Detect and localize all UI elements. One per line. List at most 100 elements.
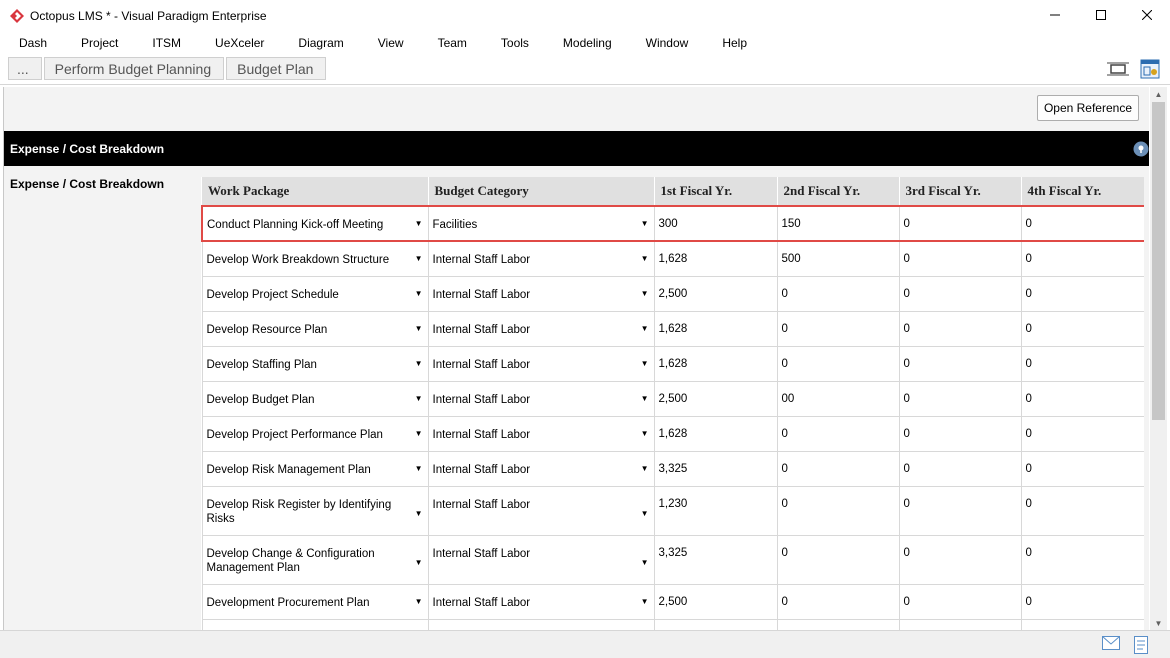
panel-layout-icon[interactable] [1138,58,1162,80]
fiscal-yr-3-cell[interactable]: 0 [898,310,1022,347]
table-row[interactable]: Develop Project Schedule ▼ Internal Staff … [201,275,1144,312]
fiscal-yr-4-cell[interactable]: 0 [1020,415,1144,452]
table-row[interactable]: Develop Risk Management Plan ▼ Internal St… [201,450,1144,487]
fiscal-yr-1-cell[interactable]: 1,230 [653,485,778,536]
fiscal-yr-1-cell[interactable]: 2,500 [653,380,778,417]
fiscal-yr-2-cell[interactable]: 0 [776,583,900,620]
menu-uexceler[interactable]: UeXceler [196,36,279,50]
menu-dash[interactable]: Dash [0,36,62,50]
dropdown-arrow-icon[interactable]: ▼ [415,464,423,473]
column-header-work-package[interactable]: Work Package [202,177,429,206]
menu-modeling[interactable]: Modeling [544,36,627,50]
fiscal-yr-1-cell[interactable]: 1,628 [653,345,778,382]
fiscal-yr-4-cell[interactable] [1020,618,1144,630]
fiscal-yr-4-cell[interactable]: 0 [1020,345,1144,382]
table-row[interactable]: Develop Budget Plan ▼ Internal Staff Labor… [201,380,1144,417]
dropdown-arrow-icon[interactable]: ▼ [415,429,423,438]
dropdown-arrow-icon[interactable]: ▼ [415,254,423,263]
fiscal-yr-4-cell[interactable]: 0 [1020,310,1144,347]
work-package-cell[interactable]: Development Procurement Plan ▼ [201,583,429,620]
column-header-2nd-fiscal-yr[interactable]: 2nd Fiscal Yr. [777,177,900,206]
scrollbar-thumb[interactable] [1152,102,1165,420]
fiscal-yr-1-cell[interactable]: 2,500 [653,583,778,620]
dropdown-arrow-icon[interactable]: ▼ [641,509,649,518]
budget-category-cell[interactable]: Internal Staff Labor ▼ [427,450,655,487]
table-row[interactable]: Develop Risk Register by Identifying Ris… [201,485,1144,536]
fiscal-yr-2-cell[interactable]: 0 [776,310,900,347]
fiscal-yr-2-cell[interactable]: 0 [776,345,900,382]
fiscal-yr-1-cell[interactable]: 1,628 [653,240,778,277]
fiscal-yr-3-cell[interactable]: 0 [898,485,1022,536]
menu-diagram[interactable]: Diagram [279,36,358,50]
fiscal-yr-4-cell[interactable]: 0 [1020,275,1144,312]
scroll-up-arrow-icon[interactable]: ▲ [1150,87,1167,101]
dropdown-arrow-icon[interactable]: ▼ [415,509,423,518]
dropdown-arrow-icon[interactable]: ▼ [641,558,649,567]
dropdown-arrow-icon[interactable]: ▼ [415,359,423,368]
scroll-down-arrow-icon[interactable]: ▼ [1150,616,1167,630]
fiscal-yr-1-cell[interactable]: 1,628 [653,415,778,452]
breadcrumb-budget-plan[interactable]: Budget Plan [226,57,327,80]
fiscal-yr-3-cell[interactable]: 0 [898,275,1022,312]
fiscal-yr-4-cell[interactable]: 0 [1020,450,1144,487]
work-package-cell[interactable] [201,618,429,630]
dropdown-arrow-icon[interactable]: ▼ [641,394,649,403]
fiscal-yr-1-cell[interactable] [653,618,778,630]
dropdown-arrow-icon[interactable]: ▼ [415,219,423,228]
fiscal-yr-1-cell[interactable]: 300 [653,205,778,242]
fiscal-yr-3-cell[interactable]: 0 [898,205,1022,242]
work-package-cell[interactable]: Develop Project Performance Plan ▼ [201,415,429,452]
budget-category-cell[interactable]: Internal Staff Labor ▼ [427,485,655,536]
dropdown-arrow-icon[interactable]: ▼ [641,254,649,263]
dropdown-arrow-icon[interactable]: ▼ [641,324,649,333]
work-package-cell[interactable]: Develop Staffing Plan ▼ [201,345,429,382]
fiscal-yr-1-cell[interactable]: 3,325 [653,534,778,585]
fiscal-yr-3-cell[interactable]: 0 [898,534,1022,585]
breadcrumb-more[interactable]: ... [8,57,42,80]
fiscal-yr-3-cell[interactable]: 0 [898,450,1022,487]
fiscal-yr-3-cell[interactable]: 0 [898,345,1022,382]
fiscal-yr-1-cell[interactable]: 3,325 [653,450,778,487]
table-row[interactable]: Develop Staffing Plan ▼ Internal Staff Lab… [201,345,1144,382]
budget-category-cell[interactable]: Internal Staff Labor ▼ [427,583,655,620]
fiscal-yr-2-cell[interactable]: 0 [776,275,900,312]
fiscal-yr-3-cell[interactable]: 0 [898,240,1022,277]
budget-category-cell[interactable] [427,618,655,630]
budget-category-cell[interactable]: Internal Staff Labor ▼ [427,534,655,585]
budget-category-cell[interactable]: Internal Staff Labor ▼ [427,415,655,452]
budget-category-cell[interactable]: Internal Staff Labor ▼ [427,310,655,347]
open-reference-button[interactable]: Open Reference [1036,95,1139,121]
work-package-cell[interactable]: Develop Project Schedule ▼ [201,275,429,312]
menu-window[interactable]: Window [627,36,704,50]
column-header-1st-fiscal-yr[interactable]: 1st Fiscal Yr. [654,177,778,206]
dropdown-arrow-icon[interactable]: ▼ [641,597,649,606]
fiscal-yr-4-cell[interactable]: 0 [1020,534,1144,585]
dropdown-arrow-icon[interactable]: ▼ [415,289,423,298]
table-row[interactable]: Develop Work Breakdown Structure ▼ Interna… [201,240,1144,277]
fiscal-yr-4-cell[interactable]: 0 [1020,380,1144,417]
fiscal-yr-4-cell[interactable]: 0 [1020,485,1144,536]
fiscal-yr-2-cell[interactable]: 0 [776,534,900,585]
dropdown-arrow-icon[interactable]: ▼ [641,359,649,368]
fit-diagram-icon[interactable] [1106,58,1130,80]
table-row[interactable]: Conduct Planning Kick-off Meeting ▼ Facili… [201,205,1144,242]
table-row[interactable]: Develop Change & Configuration Managemen… [201,534,1144,585]
fiscal-yr-3-cell[interactable]: 0 [898,415,1022,452]
column-header-budget-category[interactable]: Budget Category [428,177,655,206]
fiscal-yr-3-cell[interactable]: 0 [898,380,1022,417]
dropdown-arrow-icon[interactable]: ▼ [641,289,649,298]
work-package-cell[interactable]: Develop Resource Plan ▼ [201,310,429,347]
column-header-3rd-fiscal-yr[interactable]: 3rd Fiscal Yr. [899,177,1022,206]
close-button[interactable] [1124,0,1170,30]
fiscal-yr-2-cell[interactable]: 0 [776,450,900,487]
menu-tools[interactable]: Tools [482,36,544,50]
column-header-4th-fiscal-yr[interactable]: 4th Fiscal Yr. [1021,177,1144,206]
budget-category-cell[interactable]: Internal Staff Labor ▼ [427,345,655,382]
fiscal-yr-2-cell[interactable]: 500 [776,240,900,277]
menu-itsm[interactable]: ITSM [133,36,196,50]
maximize-button[interactable] [1078,0,1124,30]
menu-project[interactable]: Project [62,36,133,50]
budget-category-cell[interactable]: Internal Staff Labor ▼ [427,240,655,277]
fiscal-yr-1-cell[interactable]: 2,500 [653,275,778,312]
menu-team[interactable]: Team [419,36,482,50]
